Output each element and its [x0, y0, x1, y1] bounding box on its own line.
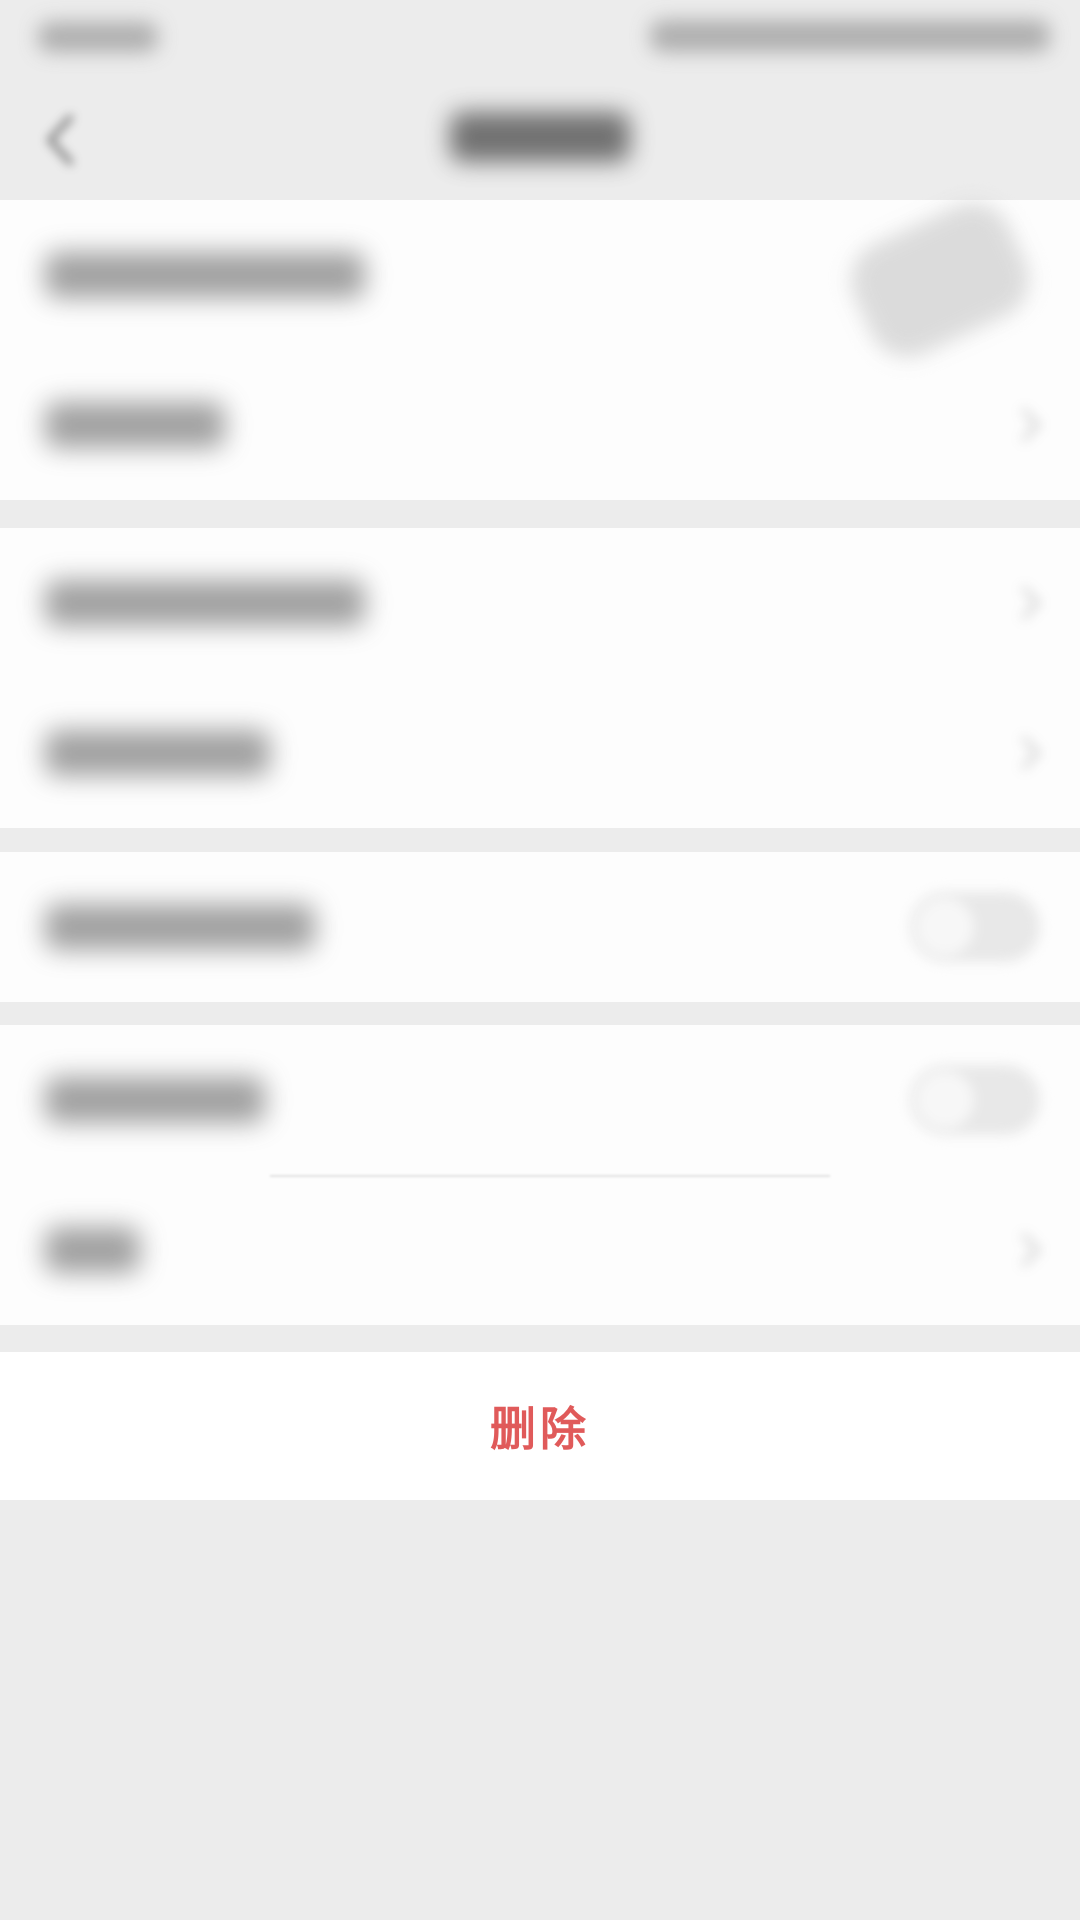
- setting-row-label: [45, 1077, 265, 1123]
- toggle-knob: [916, 898, 974, 956]
- nav-bar: [0, 80, 1080, 200]
- settings-group-3: [0, 852, 1080, 1002]
- setting-row-2[interactable]: [0, 350, 1080, 500]
- setting-row-3[interactable]: [0, 528, 1080, 678]
- status-bar: [0, 0, 1080, 80]
- chevron-right-icon: [1021, 736, 1041, 770]
- chevron-right-icon: [1021, 586, 1041, 620]
- setting-row-7[interactable]: [0, 1175, 1080, 1325]
- page-title: [450, 112, 630, 162]
- chevron-right-icon: [1021, 1233, 1041, 1267]
- settings-group-4: [0, 1025, 1080, 1325]
- toggle-knob: [916, 1071, 974, 1129]
- setting-row-label: [45, 580, 365, 626]
- status-time: [38, 22, 158, 52]
- setting-row-label: [45, 402, 225, 448]
- setting-row-label: [45, 904, 315, 950]
- setting-row-label: [45, 1227, 140, 1273]
- setting-row-5: [0, 852, 1080, 1002]
- setting-row-4[interactable]: [0, 678, 1080, 828]
- delete-label: 删除: [490, 1402, 590, 1456]
- delete-button[interactable]: 删除: [0, 1352, 1080, 1500]
- setting-row-6: [0, 1025, 1080, 1175]
- setting-row-label: [45, 252, 365, 298]
- toggle-switch[interactable]: [910, 1065, 1040, 1135]
- setting-row-remark[interactable]: [0, 189, 1080, 371]
- settings-group-2: [0, 528, 1080, 828]
- settings-group-1: [0, 189, 1080, 500]
- toggle-switch[interactable]: [910, 892, 1040, 962]
- avatar: [837, 189, 1043, 371]
- status-indicators: [650, 20, 1050, 52]
- chevron-right-icon: [1021, 408, 1041, 442]
- chevron-left-icon[interactable]: [36, 110, 86, 170]
- setting-row-label: [45, 730, 270, 776]
